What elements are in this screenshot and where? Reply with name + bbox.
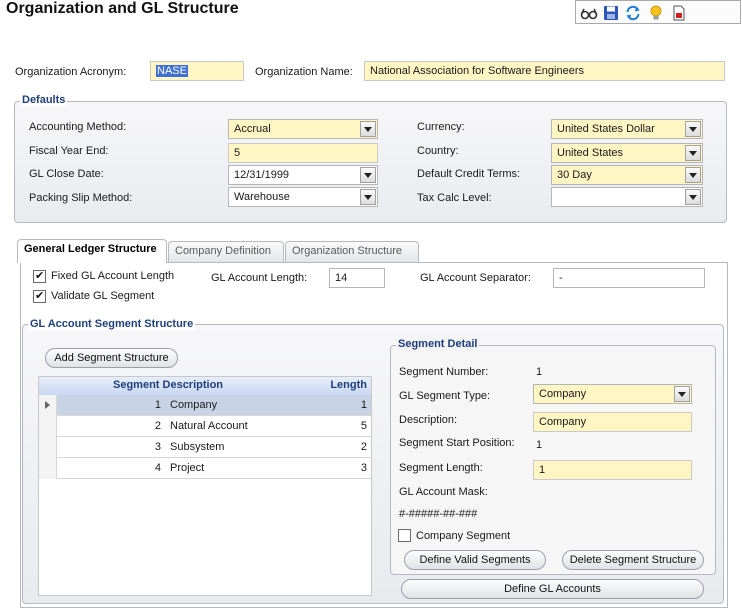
grid-header: Segment Description Length (39, 377, 371, 395)
tax-calc-level-label: Tax Calc Level: (417, 192, 492, 204)
row-pointer-icon (39, 395, 57, 416)
packing-slip-method-dropdown[interactable]: Warehouse (228, 187, 378, 207)
table-row[interactable]: 2 Natural Account 5 (39, 416, 371, 437)
segment-description: Project (170, 462, 205, 474)
gl-account-length-input[interactable]: 14 (329, 268, 385, 288)
gl-account-mask-label: GL Account Mask: (399, 486, 488, 498)
currency-dropdown[interactable]: United States Dollar (551, 119, 703, 139)
tab-organization-structure[interactable]: Organization Structure (285, 241, 419, 262)
define-valid-segments-button[interactable]: Define Valid Segments (404, 550, 546, 570)
accounting-method-value: Accrual (234, 123, 271, 135)
tab-company-definition[interactable]: Company Definition (168, 241, 284, 262)
segment-description: Natural Account (170, 420, 248, 432)
country-value: United States (557, 147, 624, 159)
toolbar (575, 0, 741, 24)
fiscal-year-end-input[interactable]: 5 (228, 143, 378, 163)
segment-length: 5 (360, 420, 367, 432)
segment-number: 3 (154, 441, 161, 453)
gl-account-separator-input[interactable]: - (553, 268, 705, 288)
delete-segment-structure-button[interactable]: Delete Segment Structure (562, 550, 704, 570)
page-title: Organization and GL Structure (6, 0, 239, 17)
segment-length-input[interactable]: 1 (533, 460, 692, 480)
organization-acronym-value: NASE (156, 65, 188, 77)
organization-acronym-input[interactable]: NASE (150, 61, 244, 81)
segment-description-input[interactable]: Company (533, 412, 692, 432)
row-selector (39, 416, 57, 437)
column-header-length[interactable]: Length (330, 379, 367, 391)
gl-account-length-label: GL Account Length: (211, 272, 308, 284)
table-row[interactable]: 3 Subsystem 2 (39, 437, 371, 458)
default-credit-terms-dropdown[interactable]: 30 Day (551, 165, 703, 185)
segment-detail-title: Segment Detail (396, 338, 480, 350)
packing-slip-method-value: Warehouse (234, 191, 290, 203)
currency-label: Currency: (417, 121, 465, 133)
segment-length: 2 (360, 441, 367, 453)
segment-length-label: Segment Length: (399, 462, 483, 474)
company-segment-label: Company Segment (416, 530, 511, 542)
segment-start-position-label: Segment Start Position: (399, 437, 515, 449)
currency-value: United States Dollar (557, 123, 655, 135)
segment-length: 1 (360, 399, 367, 411)
gl-account-segment-structure-title: GL Account Segment Structure (28, 318, 196, 330)
gl-close-date-value: 12/31/1999 (234, 169, 290, 181)
document-icon[interactable] (670, 4, 688, 22)
table-row[interactable]: 4 Project 3 (39, 458, 371, 479)
default-credit-terms-label: Default Credit Terms: (417, 168, 521, 180)
row-selector (39, 437, 57, 458)
organization-name-label: Organization Name: (255, 66, 353, 78)
packing-slip-method-label: Packing Slip Method: (29, 192, 133, 204)
chevron-down-icon[interactable] (685, 121, 701, 137)
segment-number: 4 (154, 462, 161, 474)
country-label: Country: (417, 145, 459, 157)
segment-description-label: Description: (399, 414, 458, 426)
lightbulb-icon[interactable] (647, 4, 665, 22)
segment-length: 3 (360, 462, 367, 474)
save-icon[interactable] (602, 4, 620, 22)
validate-gl-segment-label: Validate GL Segment (51, 290, 155, 302)
gl-account-separator-label: GL Account Separator: (420, 272, 531, 284)
gl-segment-type-value: Company (539, 388, 587, 400)
chevron-down-icon[interactable] (685, 189, 701, 205)
gl-segment-type-dropdown[interactable]: Company (533, 384, 692, 404)
gl-account-mask-value: #-#####-##-### (399, 508, 478, 520)
tab-general-ledger-structure[interactable]: General Ledger Structure (17, 239, 167, 263)
segment-number-label: Segment Number: (399, 366, 489, 378)
glasses-icon[interactable] (580, 4, 598, 22)
chevron-down-icon[interactable] (360, 189, 376, 205)
refresh-icon[interactable] (624, 4, 642, 22)
default-credit-terms-value: 30 Day (557, 169, 592, 181)
tax-calc-level-dropdown[interactable] (551, 187, 703, 207)
gl-close-date-picker[interactable]: 12/31/1999 (228, 165, 378, 185)
chevron-down-icon[interactable] (685, 167, 701, 183)
fixed-gl-account-length-label: Fixed GL Account Length (51, 270, 175, 282)
chevron-down-icon[interactable] (674, 386, 690, 402)
country-dropdown[interactable]: United States (551, 143, 703, 163)
segment-description: Company (170, 399, 218, 411)
segment-number: 1 (154, 399, 161, 411)
validate-gl-segment-checkbox[interactable] (33, 289, 46, 303)
organization-acronym-label: Organization Acronym: (15, 66, 127, 78)
gl-close-date-label: GL Close Date: (29, 168, 104, 180)
segment-description: Subsystem (170, 441, 225, 453)
accounting-method-label: Accounting Method: (29, 121, 127, 133)
segment-number: 2 (154, 420, 161, 432)
organization-name-input[interactable]: National Association for Software Engine… (364, 61, 725, 81)
company-segment-checkbox[interactable] (398, 529, 411, 542)
defaults-title: Defaults (20, 94, 68, 106)
segment-start-position-value: 1 (536, 439, 543, 451)
gl-segment-type-label: GL Segment Type: (399, 390, 491, 402)
fiscal-year-end-label: Fiscal Year End: (29, 145, 109, 157)
segment-number-value: 1 (536, 366, 543, 378)
add-segment-structure-button[interactable]: Add Segment Structure (45, 348, 178, 368)
accounting-method-dropdown[interactable]: Accrual (228, 119, 378, 139)
segment-grid: Segment Description Length 1 Company 1 2… (38, 376, 372, 596)
table-row[interactable]: 1 Company 1 (39, 395, 371, 416)
row-selector (39, 458, 57, 479)
chevron-down-icon[interactable] (360, 121, 376, 137)
column-header-segment-description[interactable]: Segment Description (113, 379, 223, 391)
define-gl-accounts-button[interactable]: Define GL Accounts (401, 579, 704, 599)
chevron-down-icon[interactable] (360, 167, 376, 183)
fixed-gl-account-length-checkbox[interactable] (33, 269, 46, 283)
chevron-down-icon[interactable] (685, 145, 701, 161)
